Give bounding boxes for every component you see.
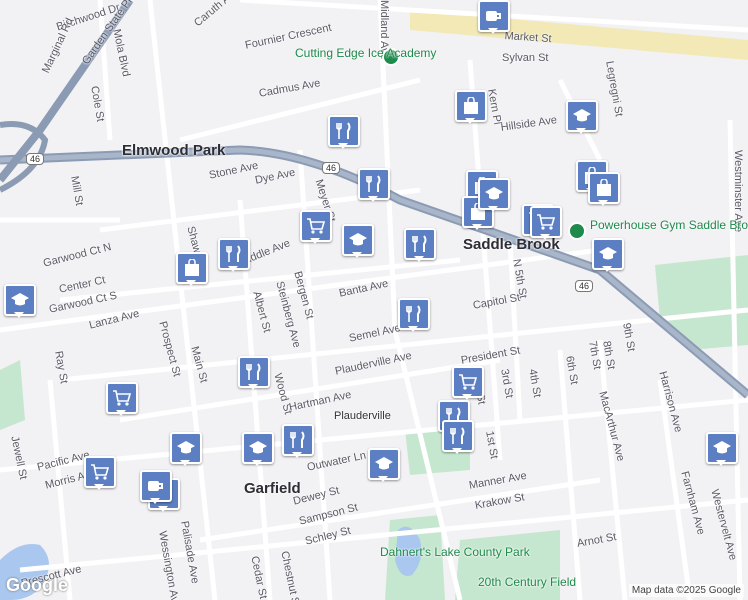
map-pin[interactable]	[342, 224, 374, 258]
map-pin[interactable]	[452, 366, 484, 400]
map-pin[interactable]	[530, 206, 562, 240]
route-shield: 46	[322, 162, 341, 174]
route-shield: 46	[26, 153, 45, 165]
place-label: Garfield	[244, 480, 301, 497]
route-shield: 46	[575, 280, 594, 292]
map-attribution[interactable]: Map data ©2025 Google	[628, 584, 744, 597]
map-pin[interactable]	[588, 172, 620, 206]
poi-label[interactable]: Cutting Edge Ice Academy	[295, 46, 436, 60]
map-pin[interactable]	[398, 298, 430, 332]
map-pin[interactable]	[140, 470, 172, 504]
map-pin[interactable]	[358, 168, 390, 202]
map-pin[interactable]	[566, 100, 598, 134]
map-pin[interactable]	[4, 284, 36, 318]
map-pin[interactable]	[238, 356, 270, 390]
map-pin[interactable]	[106, 382, 138, 416]
map-pin[interactable]	[328, 115, 360, 149]
place-label: Elmwood Park	[122, 142, 226, 159]
map-pin[interactable]	[592, 238, 624, 272]
map-pin[interactable]	[478, 178, 510, 212]
street-label: Sylvan St	[502, 52, 549, 64]
map-pin[interactable]	[478, 0, 510, 34]
map-pin[interactable]	[706, 432, 738, 466]
map-pin[interactable]	[455, 90, 487, 124]
map-pin[interactable]	[300, 210, 332, 244]
map-pin[interactable]	[282, 424, 314, 458]
map-pin[interactable]	[218, 238, 250, 272]
map-pin[interactable]	[368, 448, 400, 482]
poi-marker[interactable]	[568, 222, 586, 240]
poi-label[interactable]: Dahnert's Lake County Park	[380, 545, 530, 559]
poi-label[interactable]: 20th Century Field	[478, 575, 576, 589]
poi-label[interactable]: Plauderville	[334, 410, 391, 422]
map-pin[interactable]	[442, 420, 474, 454]
map-pin[interactable]	[242, 432, 274, 466]
map-pin[interactable]	[404, 228, 436, 262]
map-pin[interactable]	[176, 252, 208, 286]
map-canvas[interactable]: 46 46 46 Elmwood Park Saddle Brook Garfi…	[0, 0, 748, 600]
map-pin[interactable]	[84, 456, 116, 490]
poi-label[interactable]: Powerhouse Gym Saddle Brook	[590, 218, 748, 232]
map-pin[interactable]	[170, 432, 202, 466]
google-logo: Google	[6, 575, 68, 595]
